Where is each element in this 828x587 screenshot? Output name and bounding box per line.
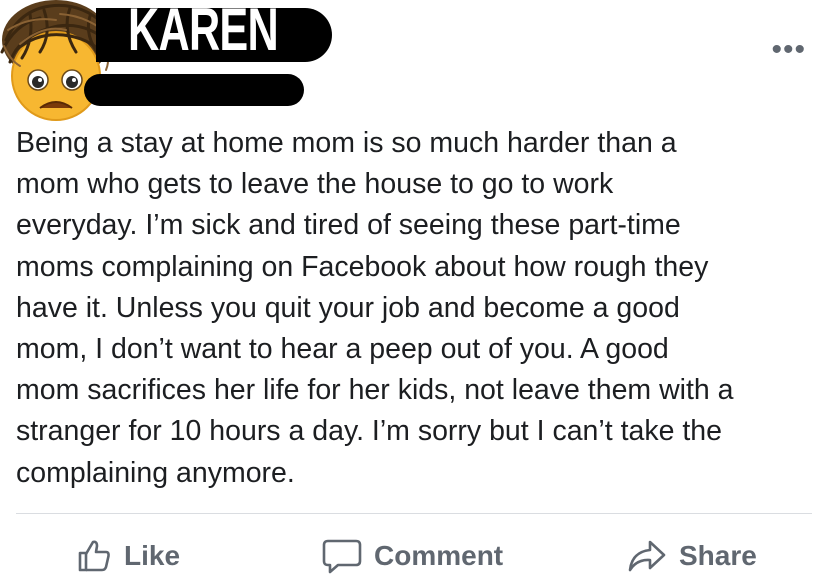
comment-button[interactable]: Comment: [322, 528, 503, 584]
divider: [16, 513, 812, 514]
speech-bubble-icon: [322, 539, 362, 574]
post-header: KAREN •••: [0, 0, 828, 121]
thumbs-up-icon: [78, 540, 110, 572]
more-options-icon[interactable]: •••: [771, 35, 806, 65]
like-button[interactable]: Like: [76, 528, 180, 584]
post-actions: Like Comment Share: [0, 528, 828, 584]
comment-label: Comment: [374, 540, 504, 571]
share-button[interactable]: Share: [627, 528, 757, 584]
like-label: Like: [124, 540, 181, 571]
share-arrow-icon: [628, 540, 666, 572]
redacted-timestamp-bar: [84, 74, 304, 106]
author-name[interactable]: KAREN: [128, 0, 279, 62]
post-text: Being a stay at home mom is so much hard…: [16, 127, 734, 489]
share-label: Share: [679, 540, 757, 571]
